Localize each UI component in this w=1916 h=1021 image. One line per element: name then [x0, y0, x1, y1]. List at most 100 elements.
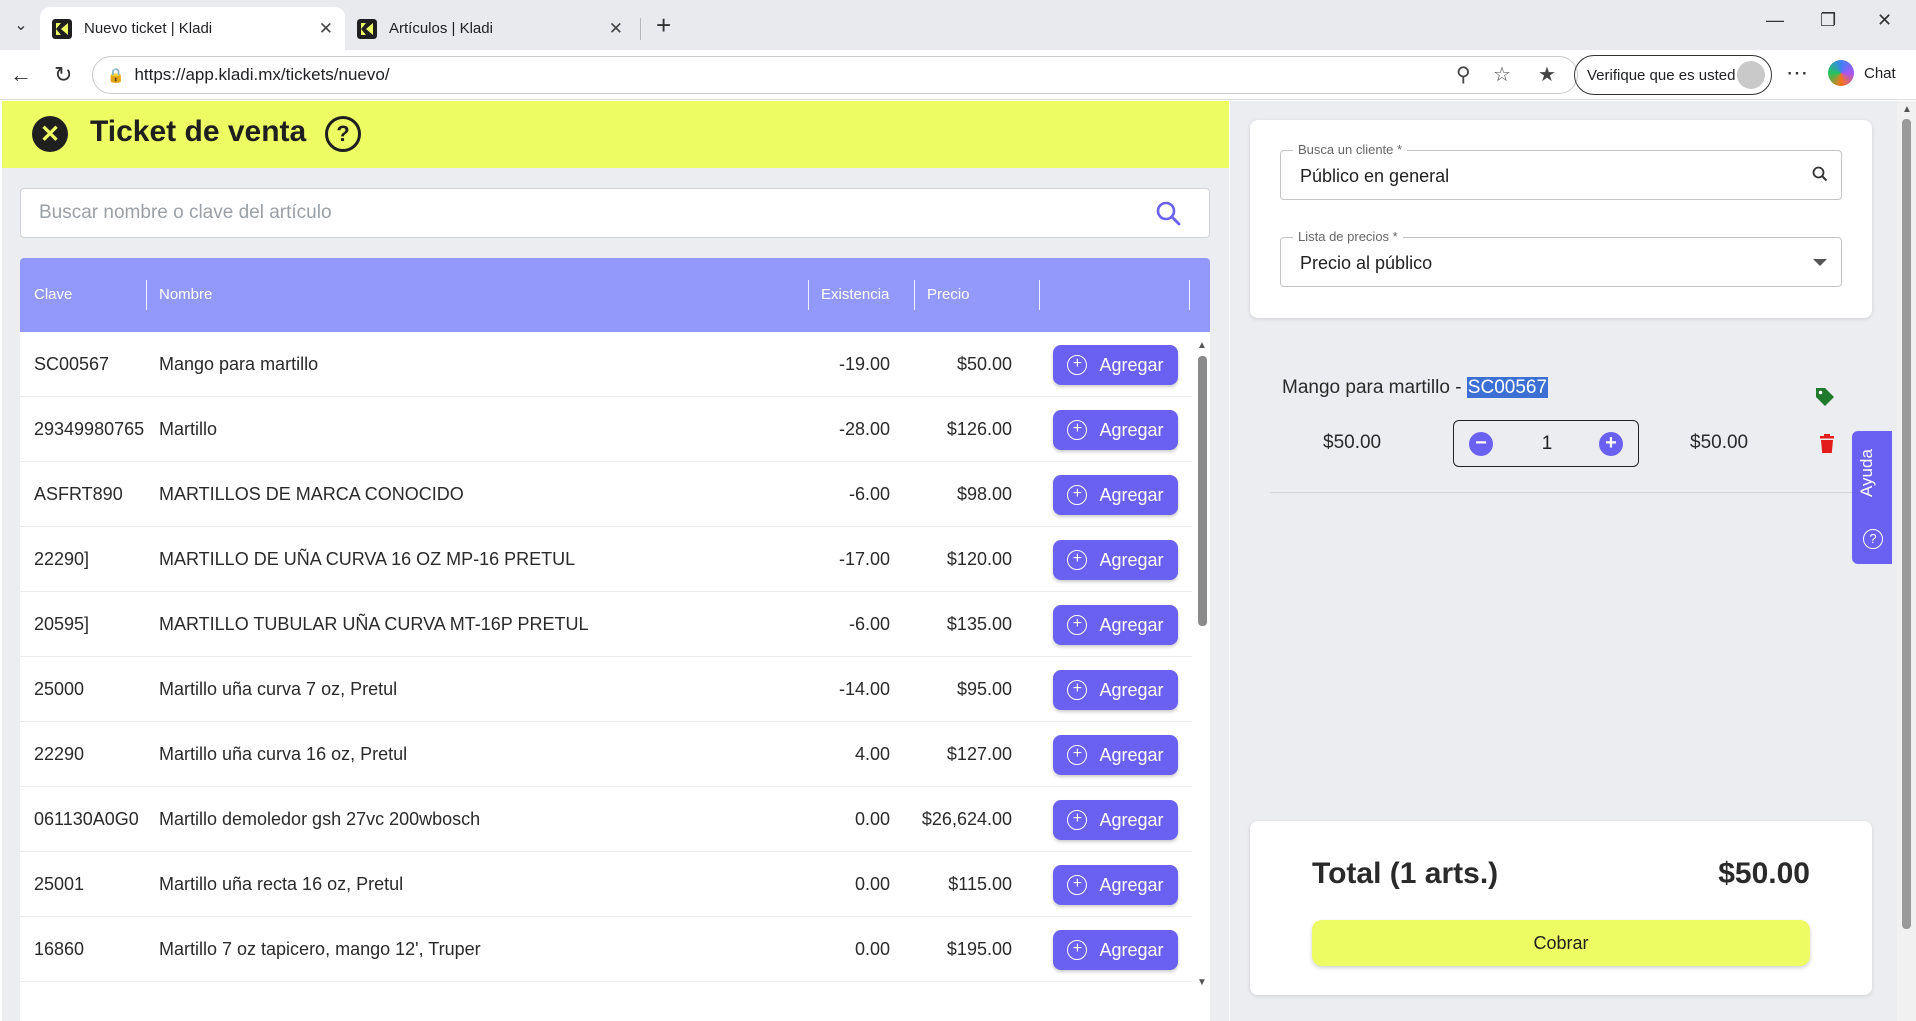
help-side-tab[interactable]: Ayuda ?: [1852, 431, 1892, 564]
add-article-button[interactable]: + Agregar: [1053, 930, 1178, 970]
add-article-label: Agregar: [1099, 939, 1164, 960]
column-divider: [146, 280, 147, 310]
total-amount: $50.00: [1718, 857, 1810, 890]
column-divider: [1039, 280, 1040, 310]
scroll-down-icon[interactable]: ▼: [1197, 977, 1207, 988]
cell-clave: SC00567: [34, 354, 110, 374]
tab-nuevo-ticket[interactable]: Nuevo ticket | Kladi ✕: [40, 7, 345, 50]
key-icon[interactable]: ⚲: [1456, 62, 1471, 87]
page-scrollbar[interactable]: ▲: [1897, 101, 1916, 1021]
add-article-button[interactable]: + Agregar: [1053, 735, 1178, 775]
client-search-value: Público en general: [1300, 166, 1450, 186]
table-row: 29349980765 Martillo -28.00 $126.00 + Agregar: [20, 397, 1192, 462]
article-search: [20, 188, 1210, 238]
scroll-up-icon[interactable]: ▲: [1197, 340, 1207, 351]
add-article-label: Agregar: [1099, 679, 1164, 700]
cell-nombre: Martillo uña curva 7 oz, Pretul: [159, 679, 398, 699]
address-bar: ← ↻ 🔒 https://app.kladi.mx/tickets/nuevo…: [0, 50, 1916, 100]
cell-existencia: -19.00: [838, 354, 890, 374]
reload-icon[interactable]: ↻: [54, 62, 72, 88]
browser-tab-bar: ⌄ Nuevo ticket | Kladi ✕ Artículos | Kla…: [0, 0, 1916, 50]
star-icon[interactable]: ☆: [1493, 62, 1511, 87]
tag-icon[interactable]: [1814, 386, 1836, 408]
help-tab-label: Ayuda: [1857, 449, 1876, 497]
add-article-button[interactable]: + Agregar: [1053, 475, 1178, 515]
tab-separator: [640, 18, 641, 40]
cell-precio: $115.00: [948, 874, 1012, 894]
column-precio[interactable]: Precio: [927, 286, 970, 303]
scroll-thumb[interactable]: [1902, 119, 1911, 929]
cell-precio: $195.00: [946, 939, 1012, 959]
help-icon: ?: [1863, 529, 1883, 549]
trash-icon[interactable]: [1819, 434, 1835, 454]
column-existencia[interactable]: Existencia: [821, 286, 889, 303]
cell-clave: 29349980765: [34, 419, 145, 439]
chevron-down-icon: [1813, 259, 1827, 266]
cell-nombre: MARTILLOS DE MARCA CONOCIDO: [159, 484, 464, 504]
add-article-label: Agregar: [1099, 419, 1164, 440]
column-nombre[interactable]: Nombre: [159, 286, 212, 303]
favorites-icon[interactable]: ★: [1538, 62, 1556, 87]
column-divider: [914, 280, 915, 310]
cell-precio: $50.00: [956, 354, 1012, 374]
plus-circle-icon: +: [1067, 940, 1088, 960]
table-scrollbar[interactable]: ▲ ▼: [1194, 340, 1210, 988]
plus-circle-icon: +: [1067, 615, 1088, 635]
add-article-label: Agregar: [1099, 484, 1164, 505]
cell-precio: $127.00: [946, 744, 1012, 764]
add-article-button[interactable]: + Agregar: [1053, 670, 1178, 710]
add-article-button[interactable]: + Agregar: [1053, 540, 1178, 580]
profile-verify-button[interactable]: Verifique que es usted: [1574, 55, 1772, 95]
column-clave[interactable]: Clave: [34, 286, 72, 303]
quantity-stepper: − 1 +: [1453, 420, 1639, 467]
plus-circle-icon: +: [1067, 355, 1088, 375]
url-field[interactable]: 🔒 https://app.kladi.mx/tickets/nuevo/: [92, 56, 1578, 94]
maximize-icon[interactable]: ❐: [1820, 10, 1836, 31]
search-icon[interactable]: [1811, 165, 1829, 183]
close-icon[interactable]: ✕: [319, 19, 333, 39]
tab-articulos[interactable]: Artículos | Kladi ✕: [345, 7, 635, 50]
cart-item-code: SC00567: [1466, 377, 1549, 398]
cell-clave: ASFRT890: [34, 484, 123, 504]
cart-item-title: Mango para martillo -: [1282, 377, 1467, 398]
tab-title: Nuevo ticket | Kladi: [84, 20, 213, 37]
cell-nombre: Martillo demoledor gsh 27vc 200wbosch: [159, 809, 481, 829]
cell-clave: 25001: [34, 874, 85, 894]
plus-circle-icon[interactable]: +: [1599, 432, 1623, 456]
close-icon[interactable]: ✕: [609, 19, 623, 39]
add-article-button[interactable]: + Agregar: [1053, 800, 1178, 840]
add-article-button[interactable]: + Agregar: [1053, 345, 1178, 385]
table-row: 16860 Martillo 7 oz tapicero, mango 12', …: [20, 917, 1192, 982]
cell-precio: $126.00: [946, 419, 1012, 439]
table-row: 061130A0G0 Martillo demoledor gsh 27vc 20…: [20, 787, 1192, 852]
scroll-thumb[interactable]: [1198, 356, 1207, 626]
total-card: Total (1 arts.) $50.00 Cobrar: [1250, 821, 1872, 995]
back-icon[interactable]: ←: [10, 62, 32, 88]
window-close-icon[interactable]: ✕: [1877, 10, 1892, 31]
copilot-chat-button[interactable]: Chat: [1828, 60, 1896, 86]
charge-button[interactable]: Cobrar: [1312, 920, 1810, 966]
new-tab-icon[interactable]: +: [656, 12, 671, 38]
tab-list-menu-icon[interactable]: ⌄: [8, 12, 34, 38]
search-icon[interactable]: [1155, 200, 1181, 226]
price-list-label: Lista de precios *: [1293, 229, 1403, 244]
price-list-value: Precio al público: [1300, 253, 1433, 273]
client-search-field[interactable]: Busca un cliente * Público en general: [1280, 142, 1842, 200]
cell-existencia: 4.00: [854, 744, 890, 764]
article-search-input[interactable]: [21, 189, 1155, 237]
add-article-label: Agregar: [1099, 874, 1164, 895]
cell-precio: $135.00: [946, 614, 1012, 634]
cell-nombre: MARTILLO TUBULAR UÑA CURVA MT-16P PRETUL: [159, 614, 589, 634]
minimize-icon[interactable]: —: [1766, 10, 1784, 31]
add-article-button[interactable]: + Agregar: [1053, 410, 1178, 450]
help-icon[interactable]: ?: [325, 116, 361, 152]
add-article-label: Agregar: [1099, 744, 1164, 765]
scroll-up-icon[interactable]: ▲: [1902, 104, 1912, 115]
price-list-select[interactable]: Lista de precios * Precio al público: [1280, 229, 1842, 287]
add-article-button[interactable]: + Agregar: [1053, 865, 1178, 905]
close-ticket-icon[interactable]: ✕: [32, 116, 68, 152]
add-article-button[interactable]: + Agregar: [1053, 605, 1178, 645]
table-row: 25000 Martillo uña curva 7 oz, Pretul -14.…: [20, 657, 1192, 722]
plus-circle-icon: +: [1067, 550, 1088, 570]
more-icon[interactable]: ⋯: [1786, 60, 1808, 86]
